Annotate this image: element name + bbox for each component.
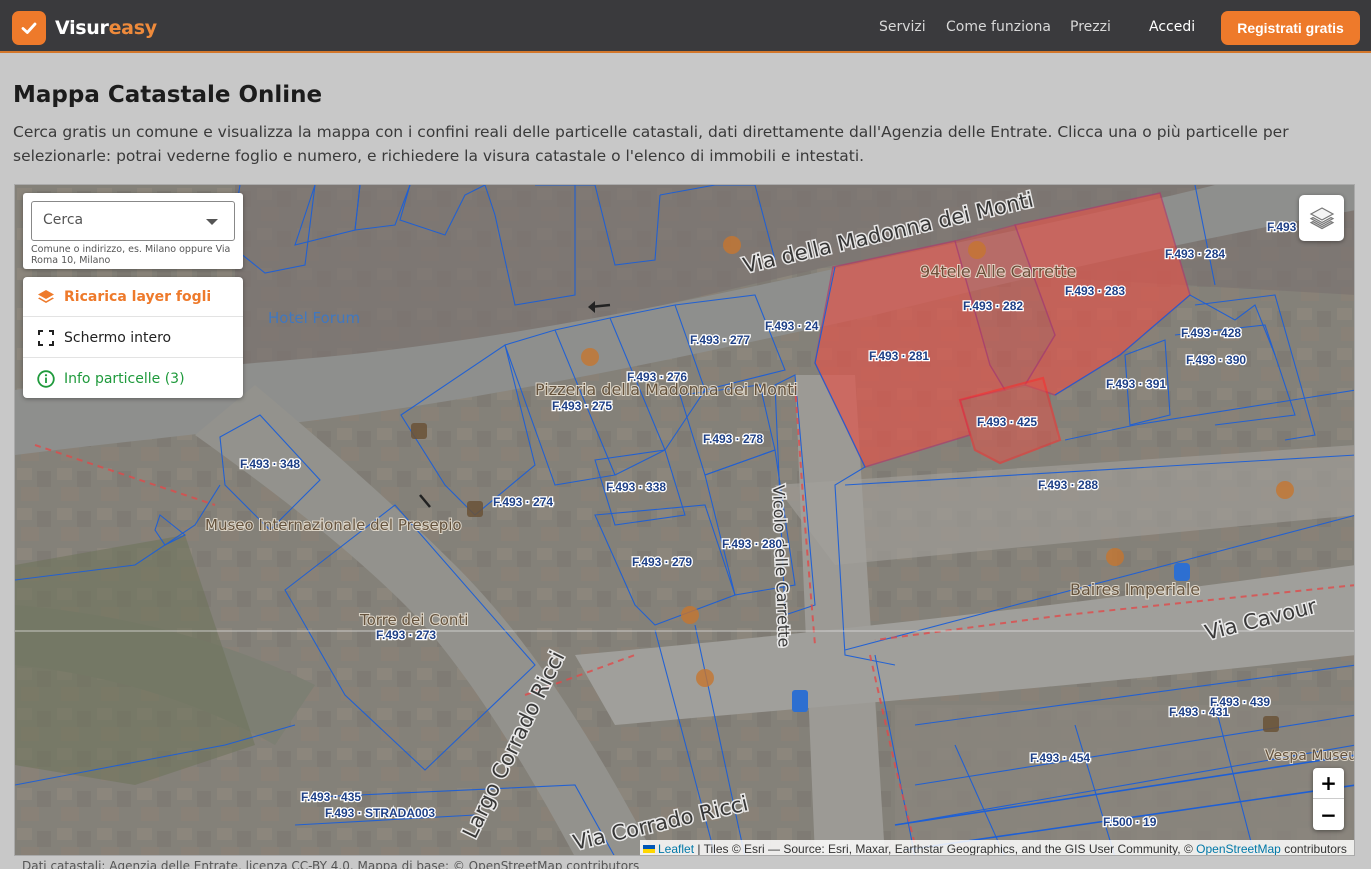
- zoom-out-button[interactable]: −: [1313, 799, 1344, 830]
- top-navbar: Visureasy Servizi Come funziona Prezzi A…: [0, 0, 1371, 53]
- parcel-label[interactable]: F.493 · 391: [1105, 376, 1168, 393]
- parcel-label[interactable]: F.493 · 435: [300, 789, 363, 806]
- layer-switcher-button[interactable]: [1299, 195, 1344, 241]
- poi-museo-presepio: Museo Internazionale del Presepio: [205, 516, 462, 534]
- parcel-label[interactable]: F.493 · 281: [868, 348, 931, 365]
- parcel-label[interactable]: F.493 · 277: [689, 332, 752, 349]
- info-icon: [37, 370, 55, 388]
- search-hint: Comune o indirizzo, es. Milano oppure Vi…: [31, 244, 231, 266]
- search-control: Cerca Comune o indirizzo, es. Milano opp…: [23, 193, 243, 269]
- parcel-label[interactable]: F.493 · 274: [492, 494, 555, 511]
- fullscreen-icon: [37, 329, 55, 347]
- reload-layer-label: Ricarica layer fogli: [64, 288, 212, 305]
- poi-torre-dei-conti: Torre dei Conti: [359, 611, 468, 629]
- attribution-suffix: contributors: [1284, 842, 1347, 856]
- map-actions-panel: Ricarica layer fogli Schermo intero Info…: [23, 277, 243, 398]
- search-placeholder: Cerca: [43, 212, 84, 228]
- parcel-label[interactable]: F.493 · 425: [976, 414, 1039, 431]
- parcel-label[interactable]: F.500 · 19: [1102, 814, 1158, 831]
- poi-alle-carrette: 94tele Alle Carrette: [920, 262, 1076, 281]
- fullscreen-button[interactable]: Schermo intero: [23, 318, 243, 358]
- parcel-label[interactable]: F.493 · 278: [702, 431, 765, 448]
- brand-name: Visureasy: [55, 17, 157, 39]
- parcel-info-label: Info particelle (3): [64, 371, 185, 387]
- parcel-label[interactable]: F.493 · 348: [239, 456, 302, 473]
- parcel-label[interactable]: F.493 · 276: [626, 369, 689, 386]
- fullscreen-label: Schermo intero: [64, 329, 172, 346]
- brand-name-part2: easy: [108, 17, 158, 39]
- parcel-label[interactable]: F.493 · 24: [764, 318, 820, 335]
- layers-icon: [37, 288, 55, 306]
- parcel-label[interactable]: F.493 · STRADA003: [324, 805, 437, 822]
- page-description: Cerca gratis un comune e visualizza la m…: [13, 123, 1289, 165]
- ukraine-flag-icon: [643, 845, 655, 853]
- parking-icon: [792, 690, 808, 712]
- parcel-label[interactable]: F.493 · 390: [1185, 352, 1248, 369]
- parcel-label[interactable]: F.493 · 454: [1029, 750, 1092, 767]
- map-attribution: Leaflet | Tiles © Esri — Source: Esri, M…: [640, 840, 1354, 856]
- attribution-text: | Tiles © Esri — Source: Esri, Maxar, Ea…: [697, 842, 1193, 856]
- parcel-label[interactable]: F.493 · 282: [962, 298, 1025, 315]
- parcel-label[interactable]: F.493 · 428: [1180, 325, 1243, 342]
- brand-name-part1: Visur: [55, 17, 109, 39]
- zoom-in-button[interactable]: +: [1313, 768, 1344, 799]
- parcel-label[interactable]: F.493 · 273: [375, 627, 438, 644]
- bus-stop-icon: [1174, 563, 1190, 581]
- parcel-label[interactable]: F.493 · 283: [1064, 283, 1127, 300]
- cadastral-map[interactable]: Via della Madonna dei Monti Via Cavour L…: [14, 184, 1355, 856]
- login-link[interactable]: Accedi: [1149, 19, 1195, 35]
- leaflet-link[interactable]: Leaflet: [658, 842, 694, 855]
- stacked-layers-icon: [1309, 207, 1334, 230]
- nav-link-servizi[interactable]: Servizi: [879, 19, 926, 35]
- reload-layer-button[interactable]: Ricarica layer fogli: [23, 277, 243, 317]
- nav-link-come-funziona[interactable]: Come funziona: [946, 19, 1051, 35]
- openstreetmap-link[interactable]: OpenStreetMap: [1196, 842, 1281, 855]
- parcel-label[interactable]: F.493 · 280: [721, 536, 784, 553]
- poi-hotel-forum: Hotel Forum: [268, 309, 360, 327]
- parcel-label[interactable]: F.493 · 431: [1168, 704, 1231, 721]
- zoom-control: + −: [1313, 768, 1344, 830]
- parcel-label[interactable]: F.493 · 284: [1164, 246, 1227, 263]
- parcel-label[interactable]: F.493 · 279: [631, 554, 694, 571]
- chevron-down-icon[interactable]: [206, 219, 218, 225]
- nav-link-prezzi[interactable]: Prezzi: [1070, 19, 1111, 35]
- poi-vespa-museum: Vespa Museum: [1265, 748, 1355, 764]
- parcel-info-button[interactable]: Info particelle (3): [23, 359, 243, 399]
- parcel-label[interactable]: F.493: [1266, 219, 1298, 236]
- brand-logo[interactable]: Visureasy: [12, 11, 157, 45]
- parcel-label[interactable]: F.493 · 288: [1037, 477, 1100, 494]
- page-title: Mappa Catastale Online: [13, 82, 323, 108]
- register-button[interactable]: Registrati gratis: [1221, 11, 1360, 45]
- poi-baires-imperiale: Baires Imperiale: [1070, 580, 1200, 599]
- parcel-label[interactable]: F.493 · 338: [605, 479, 668, 496]
- data-source-note: Dati catastali: Agenzia delle Entrate, l…: [22, 859, 640, 869]
- search-input[interactable]: Cerca: [31, 201, 235, 241]
- parcel-label[interactable]: F.493 · 275: [551, 398, 614, 415]
- checkmark-icon: [12, 11, 46, 45]
